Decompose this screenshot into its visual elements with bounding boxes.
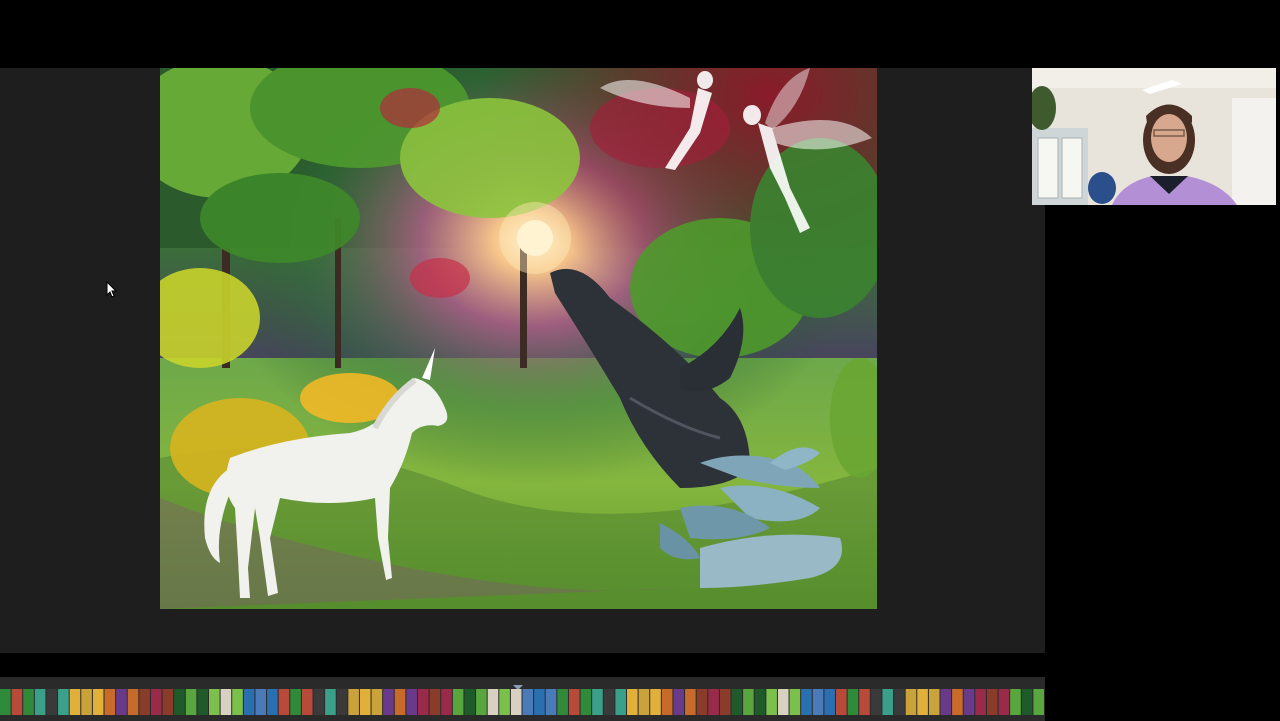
filmstrip-thumbnail[interactable] [383,689,394,715]
filmstrip-thumbnail[interactable] [499,689,510,715]
filmstrip-thumbnail[interactable] [267,689,278,715]
filmstrip-thumbnail[interactable] [174,689,185,715]
filmstrip-thumbnail[interactable] [104,689,116,715]
filmstrip-thumbnail[interactable] [917,689,928,715]
filmstrip-thumbnail[interactable] [371,689,383,715]
pointer-cursor-icon [106,280,118,299]
filmstrip-thumbnail[interactable] [127,689,139,715]
filmstrip-thumbnail[interactable] [92,689,104,715]
filmstrip-thumbnail[interactable] [1033,689,1044,715]
filmstrip-thumbnail[interactable] [650,689,661,715]
filmstrip-thumbnail[interactable] [696,689,708,715]
filmstrip-thumbnail[interactable] [336,689,348,715]
filmstrip-thumbnail[interactable] [928,689,940,715]
chevron-down-icon[interactable] [512,679,524,690]
filmstrip-thumbnail[interactable] [1010,689,1021,715]
filmstrip-thumbnail[interactable] [661,689,673,715]
filmstrip-thumbnail[interactable] [34,689,46,715]
filmstrip-thumbnail[interactable] [197,689,208,715]
filmstrip-thumbnail[interactable] [58,689,69,715]
filmstrip-thumbnail[interactable] [731,689,743,715]
filmstrip-thumbnail[interactable] [719,689,731,715]
filmstrip-thumbnail[interactable] [359,689,371,715]
filmstrip-thumbnail[interactable] [859,689,870,715]
filmstrip-thumbnail[interactable] [568,689,580,715]
filmstrip-thumbnail[interactable] [313,689,325,715]
filmstrip-thumbnail[interactable] [46,689,58,715]
filmstrip-thumbnail[interactable] [232,689,243,715]
filmstrip-thumbnail[interactable] [301,689,313,715]
filmstrip-thumbnail[interactable] [603,689,615,715]
filmstrip-thumbnail[interactable] [627,689,638,715]
filmstrip-thumbnails[interactable] [0,689,1045,715]
filmstrip-thumbnail[interactable] [452,689,464,715]
filmstrip-thumbnail[interactable] [255,689,267,715]
filmstrip-thumbnail[interactable] [150,689,162,715]
filmstrip-thumbnail[interactable] [801,689,812,715]
filmstrip-thumbnail[interactable] [975,689,986,715]
filmstrip-thumbnail[interactable] [23,689,34,715]
filmstrip-thumbnail[interactable] [789,689,801,715]
filmstrip-thumbnail[interactable] [557,689,568,715]
filmstrip-thumbnail[interactable] [812,689,824,715]
filmstrip-thumbnail[interactable] [592,689,603,715]
filmstrip-thumbnail[interactable] [685,689,696,715]
filmstrip-thumbnail[interactable] [476,689,487,715]
filmstrip-thumbnail[interactable] [638,689,650,715]
filmstrip-thumbnail[interactable] [243,689,255,715]
screen-share-window [0,0,1280,721]
filmstrip-thumbnail[interactable] [1021,689,1033,715]
filmstrip-thumbnail[interactable] [441,689,452,715]
filmstrip-thumbnail[interactable] [162,689,174,715]
filmstrip-thumbnail[interactable] [429,689,441,715]
filmstrip-thumbnail[interactable] [139,689,150,715]
filmstrip-thumbnail[interactable] [777,689,789,715]
filmstrip-thumbnail[interactable] [116,689,127,715]
participant-video-tile[interactable] [1032,68,1276,205]
filmstrip-thumbnail[interactable] [673,689,685,715]
filmstrip-thumbnail[interactable] [69,689,81,715]
filmstrip-thumbnail[interactable] [522,689,534,715]
filmstrip-thumbnail[interactable] [836,689,847,715]
filmstrip-thumbnail[interactable] [754,689,766,715]
filmstrip-thumbnail[interactable] [940,689,952,715]
filmstrip-thumbnail[interactable] [894,689,905,715]
slide-filmstrip[interactable] [0,677,1045,721]
filmstrip-thumbnail[interactable] [882,689,894,715]
filmstrip-thumbnail[interactable] [209,689,220,715]
filmstrip-thumbnail[interactable] [11,689,23,715]
filmstrip-thumbnail[interactable] [534,689,545,715]
filmstrip-thumbnail[interactable] [325,689,336,715]
filmstrip-thumbnail[interactable] [545,689,557,715]
filmstrip-thumbnail[interactable] [963,689,975,715]
filmstrip-thumbnail[interactable] [847,689,859,715]
filmstrip-thumbnail[interactable] [487,689,499,715]
filmstrip-thumbnail[interactable] [418,689,429,715]
filmstrip-thumbnail[interactable] [278,689,290,715]
filmstrip-thumbnail[interactable] [510,689,522,715]
filmstrip-thumbnail[interactable] [220,689,232,715]
slide-image [160,68,877,609]
filmstrip-thumbnail[interactable] [615,689,626,715]
filmstrip-thumbnail[interactable] [708,689,719,715]
filmstrip-thumbnail[interactable] [766,689,777,715]
filmstrip-thumbnail[interactable] [290,689,301,715]
filmstrip-thumbnail[interactable] [394,689,406,715]
filmstrip-thumbnail[interactable] [870,689,882,715]
filmstrip-thumbnail[interactable] [824,689,835,715]
filmstrip-thumbnail[interactable] [580,689,592,715]
filmstrip-thumbnail[interactable] [998,689,1010,715]
filmstrip-thumbnail[interactable] [406,689,417,715]
filmstrip-thumbnail[interactable] [348,689,359,715]
filmstrip-thumbnail[interactable] [185,689,197,715]
filmstrip-thumbnail[interactable] [464,689,476,715]
filmstrip-thumbnail[interactable] [905,689,917,715]
shared-content-stage [0,68,1045,721]
filmstrip-thumbnail[interactable] [81,689,92,715]
filmstrip-thumbnail[interactable] [743,689,754,715]
filmstrip-thumbnail[interactable] [0,689,11,715]
filmstrip-thumbnail[interactable] [952,689,963,715]
filmstrip-thumbnail[interactable] [986,689,998,715]
